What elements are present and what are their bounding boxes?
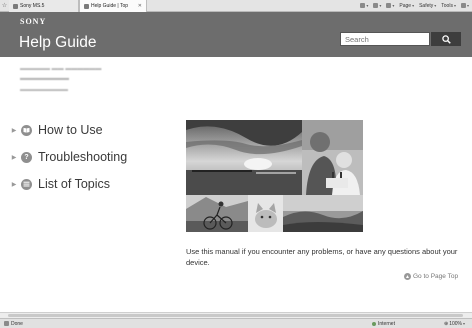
intro-message: Use this manual if you encounter any pro… bbox=[186, 247, 458, 267]
nav-item-label: How to Use bbox=[38, 123, 103, 137]
internet-zone-icon bbox=[372, 321, 376, 326]
chevron-down-icon: ▾ bbox=[463, 321, 466, 326]
product-model-text: ▬▬▬▬▬▬▬ bbox=[20, 75, 69, 82]
product-category-text: ▬▬▬▬▬ ▬▬ ▬▬▬▬▬▬ bbox=[20, 66, 102, 72]
home-button[interactable]: ▾ bbox=[360, 3, 368, 8]
list-icon bbox=[21, 178, 32, 190]
photo-pier-sunset bbox=[186, 120, 302, 195]
tab-label: Sony MS.5 bbox=[20, 3, 45, 9]
chevron-right-icon: ▶ bbox=[11, 154, 17, 161]
help-button[interactable]: ▾ bbox=[460, 3, 469, 8]
photo-landscape bbox=[283, 195, 363, 232]
home-icon bbox=[360, 3, 366, 8]
photo-kitten bbox=[248, 195, 283, 232]
nav-item-troubleshooting[interactable]: ▶ ? Troubleshooting bbox=[10, 149, 128, 165]
book-icon bbox=[21, 124, 32, 136]
scrollbar-thumb[interactable] bbox=[8, 314, 463, 317]
nav-item-label: List of Topics bbox=[38, 177, 111, 191]
product-brand-text: ▬▬▬▬▬▬▬▬ bbox=[20, 87, 68, 93]
chevron-right-icon: ▶ bbox=[11, 127, 17, 134]
search-button[interactable] bbox=[431, 32, 461, 46]
nav-item-list-of-topics[interactable]: ▶ List of Topics bbox=[10, 176, 110, 192]
page-title: Help Guide bbox=[19, 34, 97, 51]
page-menu[interactable]: Page ▾ bbox=[399, 3, 414, 9]
arrow-up-icon: ▲ bbox=[404, 273, 411, 280]
browser-command-bar: ▾ ▾ ▾ Page ▾ Safety ▾ Tools ▾ ▾ bbox=[360, 0, 472, 11]
help-icon bbox=[460, 3, 466, 8]
zone-text: Internet bbox=[378, 320, 395, 327]
tab-close-icon[interactable]: ✕ bbox=[138, 3, 142, 9]
tab-favicon-icon bbox=[13, 3, 18, 9]
go-to-page-top-link[interactable]: ▲ Go to Page Top bbox=[404, 273, 458, 280]
zoom-icon: ⊕ bbox=[444, 320, 449, 327]
zoom-level: 100% bbox=[449, 320, 462, 327]
site-header: SONY Help Guide bbox=[0, 12, 472, 57]
tools-menu[interactable]: Tools ▾ bbox=[441, 3, 456, 9]
nav-item-how-to-use[interactable]: ▶ How to Use bbox=[10, 122, 103, 138]
print-icon bbox=[386, 3, 392, 8]
print-button[interactable]: ▾ bbox=[386, 3, 394, 8]
feeds-icon bbox=[373, 3, 379, 8]
browser-tab-sony[interactable]: Sony MS.5 bbox=[9, 0, 79, 12]
feeds-button[interactable]: ▾ bbox=[373, 3, 381, 8]
sony-logo[interactable]: SONY bbox=[20, 17, 46, 26]
tab-favicon-icon bbox=[84, 3, 89, 9]
photo-cyclist bbox=[186, 195, 248, 232]
photo-family-birthday bbox=[302, 120, 363, 195]
browser-status-bar: Done Internet ⊕ 100% ▾ bbox=[0, 318, 472, 328]
safety-menu[interactable]: Safety ▾ bbox=[419, 3, 436, 9]
nav-item-label: Troubleshooting bbox=[38, 150, 128, 164]
page-status-icon bbox=[4, 321, 9, 326]
status-text: Done bbox=[11, 320, 23, 327]
chevron-right-icon: ▶ bbox=[11, 181, 17, 188]
zoom-control[interactable]: ⊕ 100% ▾ bbox=[444, 321, 465, 327]
browser-tab-bar: ☆ Sony MS.5 Help Guide | Top ✕ ▾ ▾ ▾ Pag… bbox=[0, 0, 472, 12]
search-icon bbox=[441, 34, 451, 44]
search-input[interactable] bbox=[340, 32, 430, 46]
browser-tab-help-guide[interactable]: Help Guide | Top ✕ bbox=[79, 0, 147, 12]
tab-label: Help Guide | Top bbox=[91, 3, 129, 9]
question-icon: ? bbox=[21, 151, 32, 163]
favorites-star-icon[interactable]: ☆ bbox=[0, 0, 9, 11]
